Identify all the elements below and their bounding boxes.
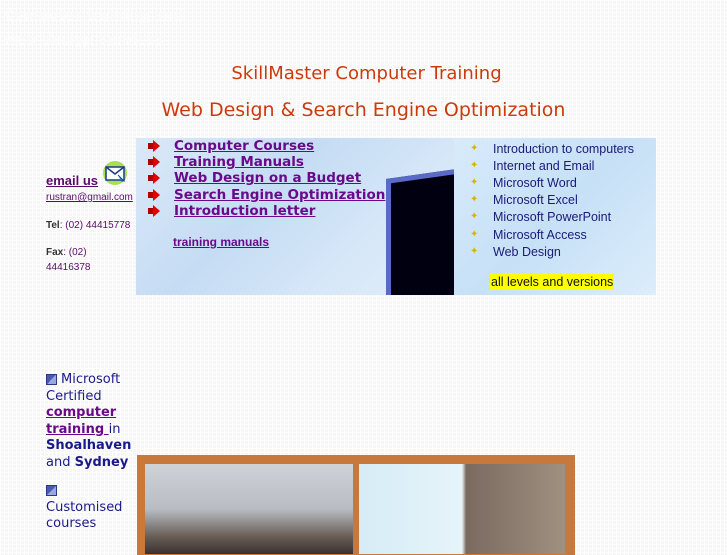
tel-value: : (02) 44415778	[59, 220, 131, 231]
classroom-photo	[145, 464, 353, 554]
nav-item-seo[interactable]: Search Engine Optimization	[148, 187, 385, 203]
email-address-link[interactable]: rustran@gmail.com	[46, 192, 133, 203]
monitor-graphic	[386, 167, 454, 295]
training-manuals-link[interactable]: training manuals	[173, 235, 269, 249]
star-icon: ✦	[470, 246, 479, 257]
course-label: Microsoft Access	[493, 228, 587, 242]
course-item: ✦ Internet and Email	[470, 159, 594, 173]
training-photo-frame	[137, 455, 575, 555]
levels-note: all levels and versions	[490, 274, 615, 290]
courses-banner: ✦ Introduction to computers ✦ Internet and…	[454, 138, 656, 295]
course-label: Microsoft Word	[493, 176, 577, 190]
star-icon: ✦	[470, 211, 479, 222]
course-label: Microsoft PowerPoint	[493, 210, 612, 224]
nav-link[interactable]: Web Design on a Budget	[174, 170, 361, 186]
nav-item-web-design[interactable]: Web Design on a Budget	[148, 170, 361, 186]
nav-link[interactable]: Training Manuals	[174, 154, 304, 170]
header-faint-text-1: Computer training and	[4, 8, 184, 24]
nav-link[interactable]: Introduction letter	[174, 203, 315, 219]
feature-customised: Customised courses	[46, 483, 141, 533]
feature-certified: Microsoft Certified computer training in…	[46, 372, 141, 471]
nav-item-training-manuals[interactable]: Training Manuals	[148, 154, 304, 170]
bullet-icon	[46, 485, 57, 496]
feature-text: and	[46, 454, 71, 470]
computer-training-link[interactable]: computer training	[46, 405, 116, 437]
course-label: Web Design	[493, 245, 561, 259]
course-item: ✦ Microsoft PowerPoint	[470, 210, 611, 224]
feature-text: Microsoft Certified	[46, 372, 121, 404]
course-item: ✦ Microsoft Excel	[470, 193, 578, 207]
red-arrow-icon	[148, 156, 162, 168]
place-shoalhaven: Shoalhaven	[46, 438, 132, 453]
phone-number: Tel: (02) 44415778	[46, 218, 130, 233]
place-sydney: Sydney	[74, 454, 129, 470]
course-label: Microsoft Excel	[493, 193, 578, 207]
red-arrow-icon	[148, 189, 162, 201]
site-subtitle: Web Design & Search Engine Optimization	[161, 99, 566, 121]
presentation-photo	[359, 464, 565, 554]
site-title: SkillMaster Computer Training	[231, 63, 502, 84]
nav-banner: Computer Courses Training Manuals Web De…	[136, 138, 454, 295]
course-label: Introduction to computers	[493, 142, 635, 156]
nav-link[interactable]: Search Engine Optimization	[174, 187, 385, 203]
star-icon: ✦	[470, 143, 479, 154]
bullet-icon	[46, 374, 57, 385]
red-arrow-icon	[148, 172, 162, 184]
email-us-link[interactable]: email us	[46, 173, 98, 188]
feature-text: in	[108, 421, 121, 437]
red-arrow-icon	[148, 140, 162, 152]
nav-link[interactable]: Computer Courses	[174, 138, 314, 154]
envelope-icon[interactable]	[102, 160, 128, 186]
feature-text: Customised courses	[46, 499, 123, 532]
star-icon: ✦	[470, 229, 479, 240]
header-faint-text-2: web design services	[4, 32, 164, 48]
fax-label: Fax	[46, 247, 64, 258]
course-item: ✦ Microsoft Word	[470, 176, 577, 190]
course-item: ✦ Microsoft Access	[470, 228, 587, 242]
course-item: ✦ Web Design	[470, 245, 561, 259]
star-icon: ✦	[470, 194, 479, 205]
nav-item-computer-courses[interactable]: Computer Courses	[148, 138, 314, 154]
red-arrow-icon	[148, 205, 162, 217]
course-item: ✦ Introduction to computers	[470, 142, 634, 156]
course-label: Internet and Email	[493, 159, 595, 173]
nav-item-introduction-letter[interactable]: Introduction letter	[148, 203, 315, 219]
fax-number: Fax: (02) 44416378	[46, 245, 106, 275]
star-icon: ✦	[470, 177, 479, 188]
star-icon: ✦	[470, 160, 479, 171]
tel-label: Tel	[46, 220, 60, 231]
